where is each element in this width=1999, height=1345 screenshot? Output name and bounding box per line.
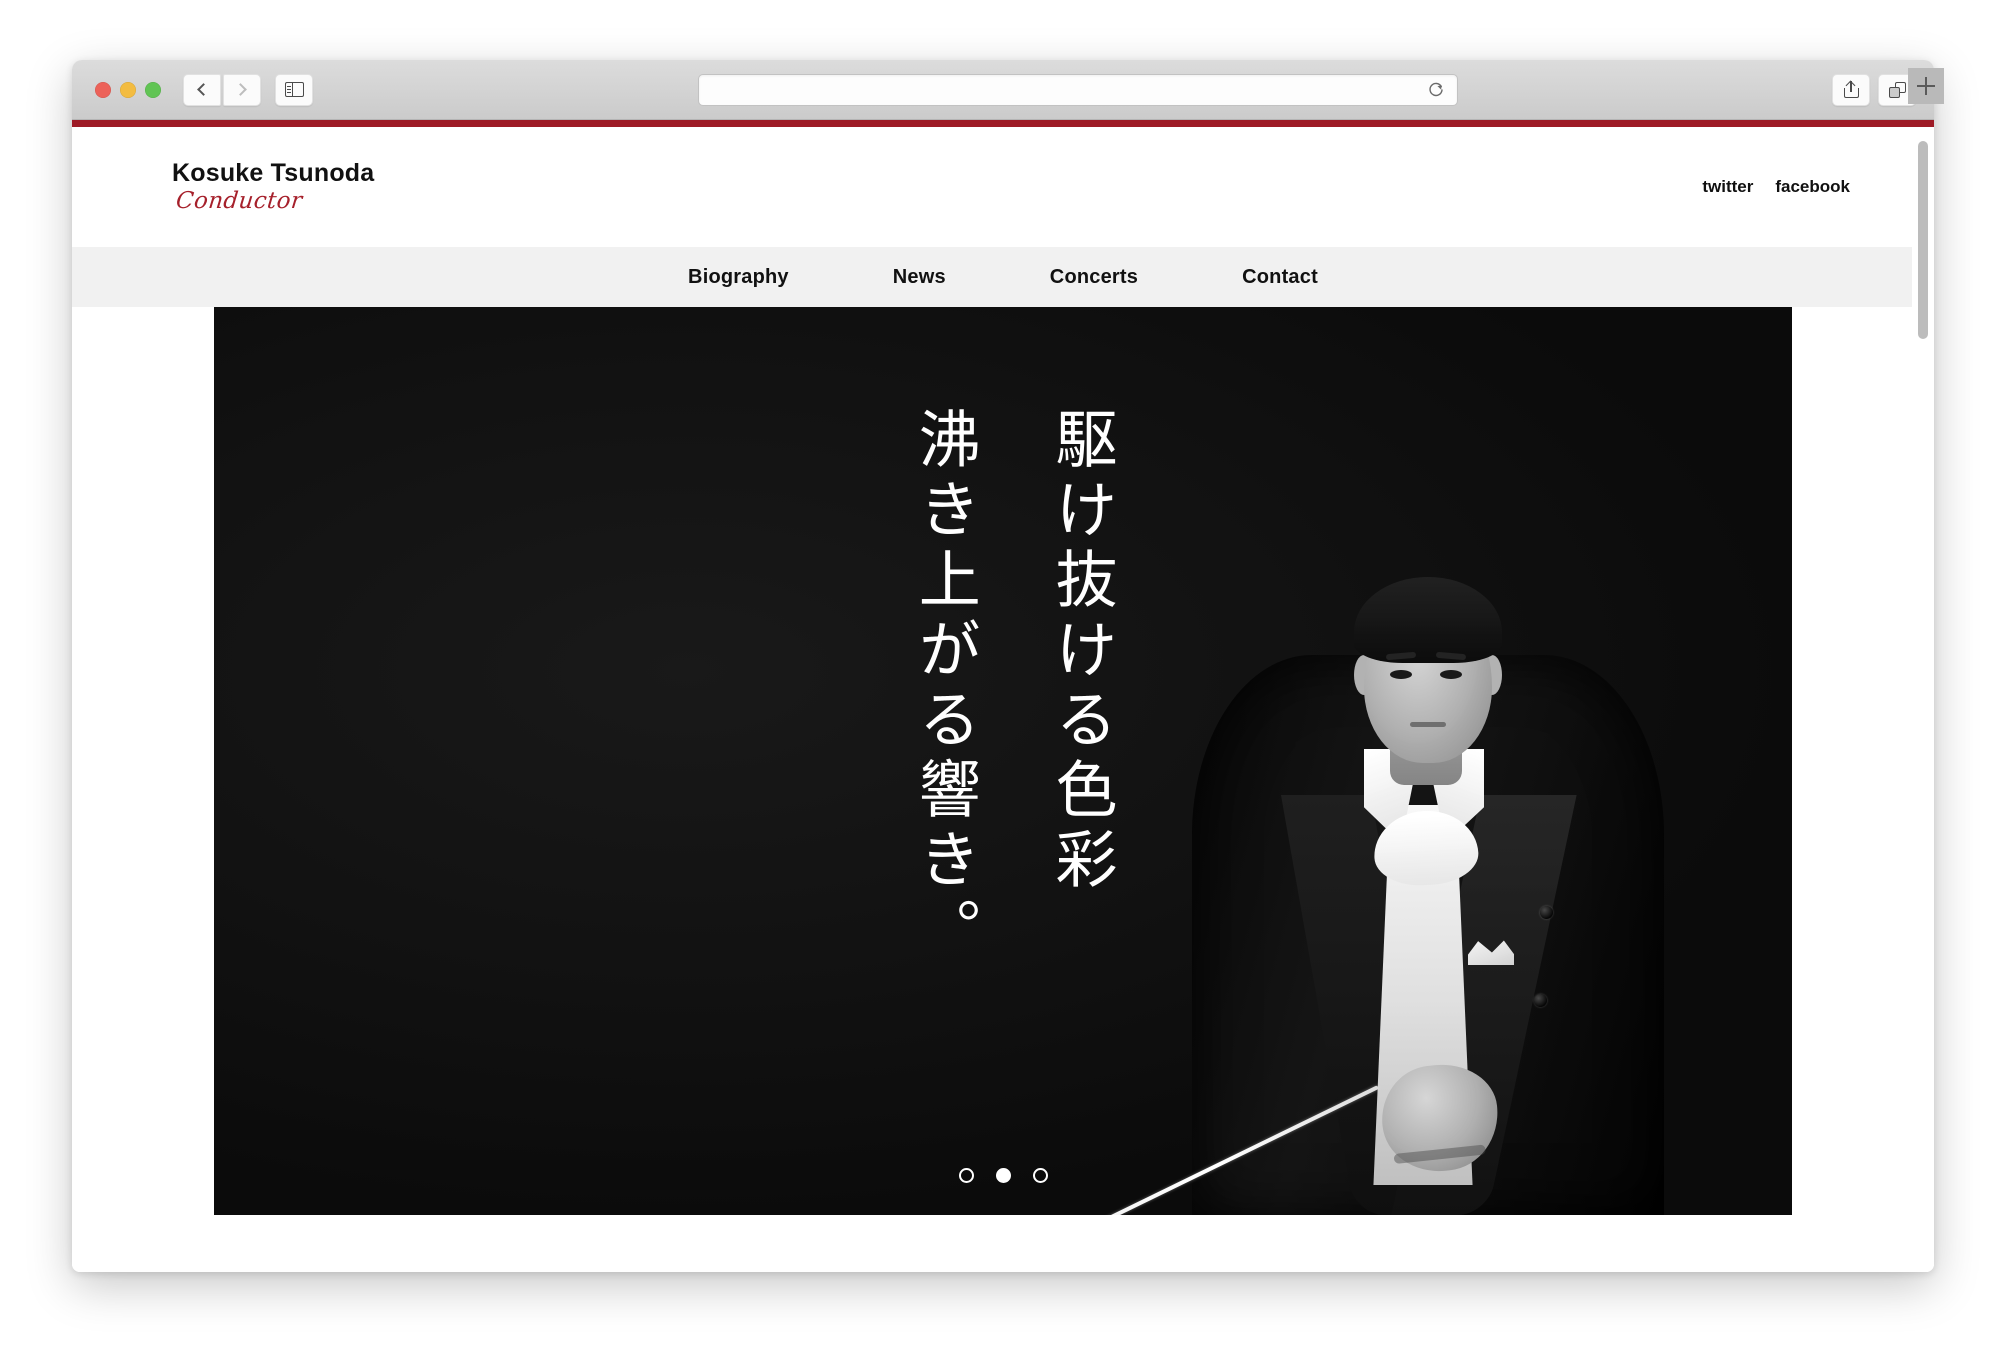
nav-item-concerts[interactable]: Concerts bbox=[998, 266, 1190, 289]
social-link-twitter[interactable]: twitter bbox=[1702, 177, 1753, 197]
conductor-portrait-image bbox=[1046, 375, 1688, 1215]
minimize-window-button[interactable] bbox=[120, 81, 136, 98]
carousel-dot-2[interactable] bbox=[995, 1168, 1011, 1183]
chevron-left-icon bbox=[197, 83, 210, 96]
carousel-dot-3[interactable] bbox=[1032, 1168, 1048, 1183]
nav-item-news[interactable]: News bbox=[841, 266, 998, 289]
desktop-backdrop: Kosuke Tsunoda Conductor twitter faceboo… bbox=[0, 0, 1999, 1345]
address-bar-container bbox=[323, 73, 1832, 106]
show-sidebar-button[interactable] bbox=[275, 73, 313, 106]
hero-slide[interactable]: 駆け抜ける色彩 沸き上がる響き。 bbox=[214, 307, 1792, 1215]
close-window-button[interactable] bbox=[95, 81, 111, 98]
social-link-facebook[interactable]: facebook bbox=[1775, 177, 1850, 197]
back-button[interactable] bbox=[183, 73, 221, 106]
hero-section: 駆け抜ける色彩 沸き上がる響き。 bbox=[72, 307, 1934, 1215]
brand-name: Kosuke Tsunoda bbox=[172, 158, 375, 187]
hero-headline-line-2: 沸き上がる響き。 bbox=[907, 407, 981, 967]
site-header: Kosuke Tsunoda Conductor twitter faceboo… bbox=[72, 127, 1934, 247]
toolbar-right-group bbox=[1832, 73, 1916, 106]
chevron-right-icon bbox=[234, 83, 247, 96]
nav-item-biography[interactable]: Biography bbox=[636, 266, 841, 289]
browser-window: Kosuke Tsunoda Conductor twitter faceboo… bbox=[72, 60, 1934, 1272]
address-bar[interactable] bbox=[697, 73, 1458, 106]
sidebar-icon bbox=[284, 82, 304, 97]
zoom-window-button[interactable] bbox=[145, 81, 161, 98]
tabs-icon bbox=[1888, 81, 1906, 98]
page-scrollbar[interactable] bbox=[1912, 127, 1934, 1272]
hero-headline-line-1: 駆け抜ける色彩 bbox=[1044, 407, 1118, 897]
new-tab-button[interactable] bbox=[1908, 68, 1944, 104]
nav-item-contact[interactable]: Contact bbox=[1190, 266, 1370, 289]
page-bottom-gutter bbox=[72, 1215, 1934, 1272]
carousel-dot-1[interactable] bbox=[958, 1168, 974, 1183]
scrollbar-thumb[interactable] bbox=[1918, 141, 1928, 339]
share-icon bbox=[1843, 80, 1859, 98]
reload-icon[interactable] bbox=[1427, 81, 1445, 99]
brand-role: Conductor bbox=[174, 188, 304, 215]
main-navigation: Biography News Concerts Contact bbox=[72, 247, 1934, 307]
site-accent-stripe bbox=[72, 120, 1934, 127]
plus-icon-horizontal bbox=[1917, 84, 1935, 88]
browser-toolbar bbox=[72, 60, 1934, 120]
social-links: twitter facebook bbox=[1702, 177, 1850, 197]
navigation-buttons bbox=[183, 73, 261, 106]
forward-button[interactable] bbox=[223, 73, 261, 106]
web-page-content: Kosuke Tsunoda Conductor twitter faceboo… bbox=[72, 127, 1934, 1272]
carousel-pagination bbox=[214, 1168, 1792, 1183]
window-traffic-lights bbox=[95, 81, 161, 98]
share-button[interactable] bbox=[1832, 73, 1870, 106]
site-logo[interactable]: Kosuke Tsunoda Conductor bbox=[172, 158, 375, 215]
hero-headline: 駆け抜ける色彩 沸き上がる響き。 bbox=[904, 407, 1119, 967]
